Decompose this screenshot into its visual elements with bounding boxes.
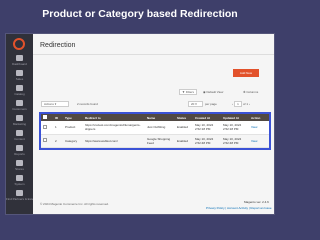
column-header[interactable]: Type xyxy=(63,114,83,121)
cell-created-at: May 10, 2024 2:52:48 PM xyxy=(193,134,221,148)
chevron-down-icon: ▾ xyxy=(54,102,57,106)
sidebar-item-label: Sales xyxy=(15,77,24,81)
table-row: 2 Category https://www.webkul.com/ Googl… xyxy=(41,134,269,148)
cell-id: 2 xyxy=(53,134,63,148)
layout-icon xyxy=(16,130,23,136)
cell-name: Just Outfitting xyxy=(145,121,175,135)
header-divider xyxy=(33,54,274,57)
per-page-select[interactable]: 20 ▾ xyxy=(188,101,203,107)
sidebar-item-sales[interactable]: Sales xyxy=(6,69,33,83)
cube-icon xyxy=(16,85,23,91)
puzzle-icon xyxy=(16,190,23,196)
cell-created-at: May 10, 2024 2:52:18 PM xyxy=(193,121,221,135)
sidebar-item-system[interactable]: System xyxy=(6,174,33,188)
sidebar-item-extensions[interactable]: Find Partners & Extensions xyxy=(6,189,33,203)
cell-redirect-to: https://www.webkul.com/ xyxy=(83,134,145,148)
sidebar-item-label: Dashboard xyxy=(12,62,27,66)
sidebar-item-label: System xyxy=(14,182,25,186)
cell-type: Product xyxy=(63,121,83,135)
select-all-header[interactable] xyxy=(41,114,53,121)
cell-status: Enabled xyxy=(175,134,193,148)
headline: Product or Category based Redirection xyxy=(42,8,238,20)
gear-icon xyxy=(16,175,23,181)
redirection-grid: ID Type Redirect to Name Status Created … xyxy=(39,112,271,150)
column-header: Action xyxy=(249,114,269,121)
sidebar-item-label: Stores xyxy=(15,167,24,171)
table-row: 1 Product https://xxxtest.com/magento2/l… xyxy=(41,121,269,135)
page-input[interactable]: 1 xyxy=(234,101,242,107)
pagination: ‹ 1 of 1 › xyxy=(232,101,268,107)
column-header[interactable]: Created At xyxy=(193,114,221,121)
column-header[interactable]: Status xyxy=(175,114,193,121)
column-header[interactable]: Redirect to xyxy=(83,114,145,121)
column-header[interactable]: Name xyxy=(145,114,175,121)
select-all-checkbox[interactable] xyxy=(43,115,47,119)
dashboard-icon xyxy=(16,55,23,61)
view-link[interactable]: View xyxy=(249,121,269,135)
admin-screenshot: Dashboard Sales Catalog Customers Market… xyxy=(5,33,275,215)
mass-actions-dropdown[interactable]: Actions ▾ xyxy=(41,101,69,107)
sidebar-item-marketing[interactable]: Marketing xyxy=(6,114,33,128)
store-icon xyxy=(16,160,23,166)
sidebar-item-dashboard[interactable]: Dashboard xyxy=(6,54,33,68)
next-page-icon[interactable]: › xyxy=(249,102,250,106)
sidebar-item-label: Catalog xyxy=(14,92,25,96)
main-content: Redirection Add New ▼ Filters ◉ Default … xyxy=(33,34,274,214)
sidebar-item-label: Customers xyxy=(12,107,27,111)
column-header[interactable]: ID xyxy=(53,114,63,121)
footer-version: Magento ver. 2.4.6 xyxy=(244,200,269,204)
column-header[interactable]: Updated At xyxy=(221,114,249,121)
sidebar-item-label: Find Partners & Extensions xyxy=(6,197,33,201)
bar-chart-icon xyxy=(16,145,23,151)
chevron-down-icon: ▾ xyxy=(195,102,197,106)
cell-name: Google Shopping Feed xyxy=(145,134,175,148)
sidebar-item-label: Marketing xyxy=(12,122,27,126)
sidebar-item-customers[interactable]: Customers xyxy=(6,99,33,113)
cell-status: Enabled xyxy=(175,121,193,135)
person-icon xyxy=(16,100,23,106)
records-count: 2 records found xyxy=(77,102,98,106)
prev-page-icon[interactable]: ‹ xyxy=(232,102,233,106)
sidebar-item-stores[interactable]: Stores xyxy=(6,159,33,173)
cell-id: 1 xyxy=(53,121,63,135)
row-checkbox[interactable] xyxy=(43,138,47,142)
row-select-cell[interactable] xyxy=(41,134,53,148)
filters-button[interactable]: ▼ Filters xyxy=(179,89,197,95)
table-header-row: ID Type Redirect to Name Status Created … xyxy=(41,114,269,121)
sidebar-item-catalog[interactable]: Catalog xyxy=(6,84,33,98)
add-new-button[interactable]: Add New xyxy=(233,69,259,77)
row-select-cell[interactable] xyxy=(41,121,53,135)
admin-sidebar: Dashboard Sales Catalog Customers Market… xyxy=(6,34,33,214)
view-link[interactable]: View xyxy=(249,134,269,148)
per-page-label: per page xyxy=(205,102,217,106)
sidebar-item-reports[interactable]: Reports xyxy=(6,144,33,158)
sidebar-item-content[interactable]: Content xyxy=(6,129,33,143)
footer-links[interactable]: Privacy Policy | Account Activity | Repo… xyxy=(206,206,272,210)
magento-logo-icon[interactable] xyxy=(13,38,25,50)
cell-type: Category xyxy=(63,134,83,148)
page-total: of 1 xyxy=(243,102,249,106)
cell-updated-at: May 10, 2024 2:52:48 PM xyxy=(221,134,249,148)
megaphone-icon xyxy=(16,115,23,121)
row-checkbox[interactable] xyxy=(43,124,47,129)
cell-updated-at: May 10, 2024 2:52:18 PM xyxy=(221,121,249,135)
default-view-dropdown[interactable]: ◉ Default View xyxy=(203,89,223,95)
sidebar-item-label: Reports xyxy=(14,152,25,156)
page-title: Redirection xyxy=(40,42,76,49)
columns-dropdown[interactable]: ✻ Columns xyxy=(243,89,258,95)
cell-redirect-to: https://xxxtest.com/magento2/luma/gents-… xyxy=(83,121,145,135)
dollar-icon xyxy=(16,70,23,76)
footer-copyright: © 2024 Magento Commerce Inc. All rights … xyxy=(40,202,109,206)
sidebar-item-label: Content xyxy=(14,137,25,141)
